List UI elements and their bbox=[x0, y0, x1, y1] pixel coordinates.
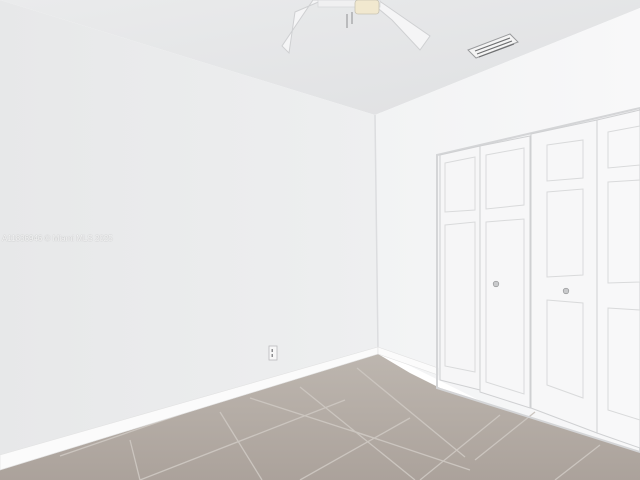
wall-outlet bbox=[268, 345, 278, 361]
outlet-slot bbox=[271, 354, 273, 357]
closet-door-panel bbox=[479, 135, 531, 409]
closet-door-right-pair bbox=[530, 109, 640, 449]
closet-door-left-pair bbox=[439, 135, 531, 409]
door-knob bbox=[492, 280, 500, 288]
closet-door-panel bbox=[596, 109, 640, 449]
closet-door-panel bbox=[439, 145, 481, 391]
bedroom-photo: A11836946 © Miami MLS 2025 bbox=[0, 0, 640, 480]
fan-light bbox=[354, 0, 380, 15]
door-knob bbox=[562, 287, 570, 295]
mls-watermark: A11836946 © Miami MLS 2025 bbox=[2, 234, 113, 243]
outlet-slot bbox=[271, 349, 273, 352]
